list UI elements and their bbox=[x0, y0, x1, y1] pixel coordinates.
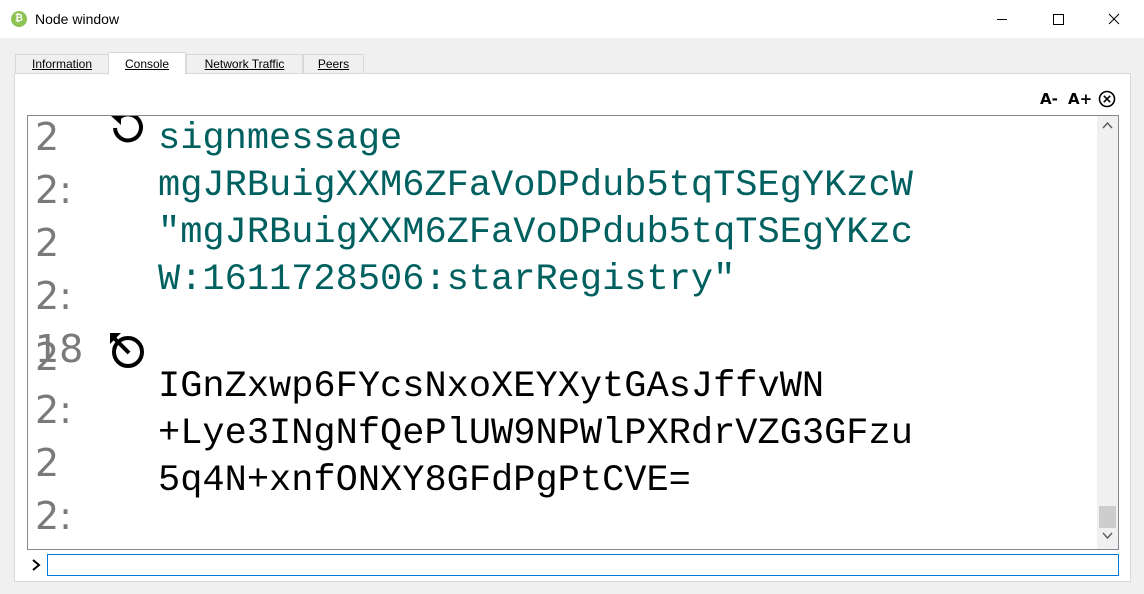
console-scrollbar[interactable] bbox=[1097, 116, 1118, 549]
window-title: Node window bbox=[35, 11, 120, 27]
maximize-button[interactable] bbox=[1035, 0, 1081, 38]
command-line: "mgJRBuigXXM6ZFaVoDPdub5tqTSEgYKzc bbox=[158, 212, 913, 254]
title-bar: ₿ Node window bbox=[0, 0, 1144, 38]
tab-network-traffic[interactable]: Network Traffic bbox=[186, 54, 303, 74]
reply-text: IGnZxwp6FYcsNxoXEYXytGAsJffvWN +Lye3INgNf… bbox=[158, 364, 1088, 505]
font-increase-button[interactable]: A+ bbox=[1068, 90, 1092, 108]
tab-information[interactable]: Information bbox=[15, 54, 109, 74]
tab-information-label: Information bbox=[31, 57, 93, 71]
reply-line: 5q4N+xnfONXY8GFdPgPtCVE= bbox=[158, 460, 691, 502]
close-icon bbox=[1108, 13, 1120, 25]
minimize-icon bbox=[997, 19, 1007, 20]
app-icon: ₿ bbox=[11, 11, 27, 27]
maximize-icon bbox=[1053, 14, 1064, 25]
tab-peers-label: Peers bbox=[317, 57, 350, 71]
scrollbar-thumb[interactable] bbox=[1099, 506, 1116, 528]
close-window-button[interactable] bbox=[1091, 0, 1137, 38]
tab-console-label: Console bbox=[124, 57, 170, 71]
chevron-right-icon bbox=[31, 558, 41, 576]
clear-console-button[interactable] bbox=[1098, 90, 1116, 113]
command-text: signmessage mgJRBuigXXM6ZFaVoDPdub5tqTSEg… bbox=[158, 116, 1088, 304]
console-output: 22:22:18 signmessage mgJRBuigXXM6ZFaVoDPd… bbox=[27, 115, 1119, 550]
clear-icon bbox=[1098, 90, 1116, 108]
command-line: W:1611728506:starRegistry" bbox=[158, 259, 736, 301]
console-input[interactable] bbox=[47, 554, 1119, 576]
tab-peers[interactable]: Peers bbox=[303, 54, 364, 74]
tab-network-traffic-label: Network Traffic bbox=[204, 57, 285, 71]
tab-console[interactable]: Console bbox=[108, 52, 186, 75]
minimize-button[interactable] bbox=[979, 0, 1025, 38]
reply-line: IGnZxwp6FYcsNxoXEYXytGAsJffvWN bbox=[158, 366, 825, 408]
scroll-up-icon[interactable] bbox=[1102, 121, 1113, 129]
command-line: signmessage bbox=[158, 118, 403, 160]
reply-line: +Lye3INgNfQePlUW9NPWlPXRdrVZG3GFzu bbox=[158, 413, 913, 455]
command-line: mgJRBuigXXM6ZFaVoDPdub5tqTSEgYKzcW bbox=[158, 165, 913, 207]
font-decrease-button[interactable]: A- bbox=[1040, 90, 1058, 108]
message-timestamp: 22:22:18 bbox=[35, 335, 83, 549]
reply-icon bbox=[108, 331, 148, 376]
scroll-down-icon[interactable] bbox=[1102, 532, 1113, 540]
command-icon bbox=[108, 116, 148, 156]
